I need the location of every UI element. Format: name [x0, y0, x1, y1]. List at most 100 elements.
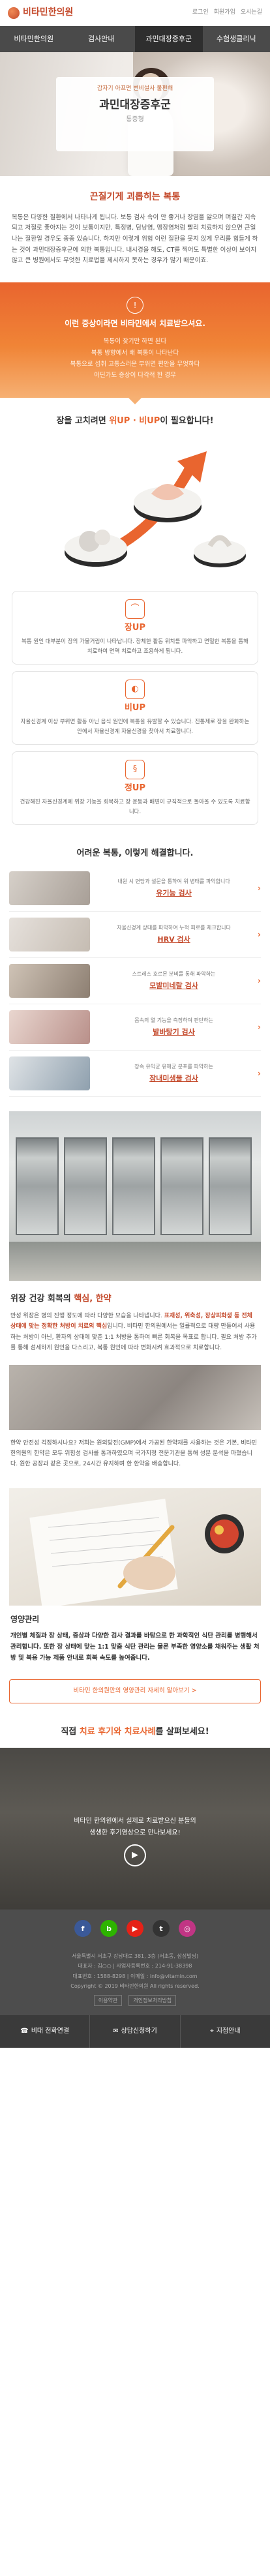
feature-desc: 건강해진 자율신경계에 위장 기능을 회복하고 장 운동과 배변이 규칙적으로 …	[20, 799, 250, 815]
consult-button[interactable]: ✉ 상담신청하기	[90, 2015, 181, 2048]
call-button[interactable]: ☎ 비대 전화연결	[0, 2015, 91, 2048]
intro-section: 끈질기게 괴롭히는 복통 복통은 다양한 질환에서 나타나게 됩니다. 보통 검…	[0, 176, 270, 282]
review-video[interactable]: 비타민 한의원에서 실제로 치료받으신 분들의 생생한 후기영상으로 만나보세요…	[0, 1748, 270, 1910]
feature-card: § 정UP 건강해진 자율신경계에 위장 기능을 회복하고 장 운동과 배변이 …	[12, 751, 258, 825]
safety-section: 한약 안전성 걱정하시나요? 저희는 원외탕전(GMP)에서 가공된 한약재를 …	[0, 1438, 270, 1482]
util-link-join[interactable]: 회원가입	[214, 8, 235, 18]
exam-item[interactable]: 몸속의 열 기능을 측정하여 판단하는 발바탕기 검사 ›	[9, 1004, 261, 1051]
hero-subtitle: 통증형	[126, 116, 144, 124]
floor	[9, 1242, 261, 1281]
chevron-right-icon: ›	[258, 1022, 261, 1032]
util-link-login[interactable]: 로그인	[192, 8, 209, 18]
intestine-icon: §	[125, 759, 145, 779]
privacy-link[interactable]: 개인정보처리방침	[128, 1995, 177, 2007]
herbal-title-pre: 위장 건강 회복의	[10, 1294, 74, 1304]
phone-icon: ☎	[20, 2028, 29, 2035]
play-icon[interactable]: ▶	[124, 1844, 146, 1867]
nutrition-section: 영양관리 개인별 체질과 장 상태, 증상과 다양한 검사 결과를 바탕으로 한…	[0, 1606, 270, 1672]
exam-item[interactable]: 장속 유익균 유해균 분포를 파악하는장내미생물 검사 ›	[9, 1051, 261, 1098]
main-nav: 비타민한의원 검사안내 과민대장증후군 수험생클리닉	[0, 26, 270, 52]
exam-name[interactable]: 유기능 검사	[95, 888, 252, 899]
increase-illustration	[11, 432, 259, 582]
intro-body: 복통은 다양한 질환에서 나타나게 됩니다. 보통 검사 속이 안 좋거나 장염…	[12, 213, 258, 265]
youtube-icon[interactable]: ▶	[127, 1920, 143, 1938]
exam-section: 어려운 복통, 이렇게 해결합니다. 내원 시 면담과 설문을 통하여 위 병태…	[0, 837, 270, 1101]
chevron-right-icon: ›	[258, 1068, 261, 1078]
reviews-heading: 직접 치료 후기와 치료사례를 살펴보세요!	[0, 1716, 270, 1748]
logo[interactable]: 비타민한의원	[8, 6, 73, 20]
exam-photo	[9, 1010, 90, 1045]
util-link-map[interactable]: 오시는길	[241, 8, 262, 18]
feature-title: 비UP	[124, 702, 146, 713]
talk-icon[interactable]: t	[153, 1920, 170, 1938]
herbal-title-highlight: 핵심, 한약	[74, 1294, 112, 1304]
feature-title: 장UP	[124, 622, 146, 633]
symptom-heading: 이런 증상이라면 비타민에서 치료받으셔요.	[65, 318, 205, 328]
exam-name[interactable]: 발바탕기 검사	[95, 1026, 252, 1038]
cabinet	[16, 1137, 59, 1236]
exam-photo	[9, 964, 90, 998]
exam-desc: 장속 유익균 유해균 분포를 파악하는	[134, 1064, 213, 1070]
hero-card: 갑자기 아프면 변비설사 불편해 과민대장증후군 통증형	[56, 77, 214, 151]
feature-card: ◐ 비UP 자율신경계 이상 부위면 활동 아닌 음식 원인에 복통을 유발할 …	[12, 670, 258, 745]
cabinet	[112, 1137, 155, 1236]
down-arrow-icon	[128, 397, 142, 404]
chat-icon: ✉	[113, 2028, 119, 2035]
facebook-icon[interactable]: f	[74, 1920, 91, 1938]
footer: 서울특별시 서초구 강남대로 381, 3층 (서초동, 삼성빌딩) 대표자 :…	[0, 1947, 270, 2016]
symptom-list: 복통이 잦기만 하면 된다 복통 방향에서 배 복통이 나타난다 복통으로 섭취…	[12, 336, 258, 380]
exam-item[interactable]: 스트레스 호르몬 분비를 통해 파악하는 모발미네랄 검사 ›	[9, 958, 261, 1005]
nav-item-clinic[interactable]: 비타민한의원	[0, 26, 68, 52]
chevron-right-icon: ›	[258, 929, 261, 939]
exam-title: 어려운 복통, 이렇게 해결합니다.	[76, 848, 194, 858]
exam-item[interactable]: 자율신경계 상태를 파악하여 누적 피로를 체크합니다 HRV 검사 ›	[9, 912, 261, 959]
herbal-section: 위장 건강 회복의 핵심, 한약 만성 위장은 병의 진행 정도에 따라 다양한…	[0, 1281, 270, 1365]
video-caption-line: 비타민 한의원에서 실제로 치료받으신 분들의	[74, 1818, 196, 1825]
herbal-body-pre: 만성 위장은 병의 진행 정도에 따라 다양한 모습을 나타냅니다.	[10, 1313, 164, 1320]
location-label: 지점안내	[216, 2028, 241, 2035]
instagram-icon[interactable]: ◎	[179, 1920, 196, 1938]
symptom-line: 어딘가도 증상이 다각적 한 경우	[94, 371, 176, 379]
intro-title: 끈질기게 괴롭히는 복통	[89, 192, 181, 202]
herbal-title: 위장 건강 회복의 핵심, 한약	[10, 1293, 260, 1306]
nav-item-student[interactable]: 수험생클리닉	[203, 26, 270, 52]
nav-item-ibs[interactable]: 과민대장증후군	[135, 26, 203, 52]
increase-title-highlight: 위UP · 비UP	[109, 415, 160, 426]
consult-label: 상담신청하기	[121, 2028, 157, 2035]
cabinet	[160, 1137, 203, 1236]
symptom-banner: ! 이런 증상이라면 비타민에서 치료받으셔요. 복통이 잦기만 하면 된다 복…	[0, 282, 270, 404]
exam-name[interactable]: HRV 검사	[95, 934, 252, 945]
location-button[interactable]: ⌖ 지점안내	[181, 2015, 270, 2048]
nutrition-cta-button[interactable]: 비타민 한의원만의 영양관리 자세히 알아보기 >	[9, 1679, 261, 1704]
exam-name[interactable]: 모발미네랄 검사	[95, 980, 252, 991]
feature-desc: 자율신경계 이상 부위면 활동 아닌 음식 원인에 복통을 유발할 수 있습니다…	[20, 719, 250, 735]
terms-link[interactable]: 이용약관	[93, 1995, 123, 2007]
increase-title-post: 이 필요합니다!	[160, 415, 214, 426]
nutrition-body: 개인별 체질과 장 상태, 증상과 다양한 검사 결과를 바탕으로 한 과학적인…	[10, 1632, 260, 1662]
bottom-action-bar: ☎ 비대 전화연결 ✉ 상담신청하기 ⌖ 지점안내	[0, 2015, 270, 2048]
footer-links: 이용약관 개인정보처리방침	[9, 1995, 261, 2007]
exam-desc: 내원 시 면담과 설문을 통하여 위 병태를 파악합니다	[117, 878, 230, 885]
exam-item[interactable]: 내원 시 면담과 설문을 통하여 위 병태를 파악합니다 유기능 검사 ›	[9, 865, 261, 912]
spleen-icon: ◐	[125, 679, 145, 699]
exam-name[interactable]: 장내미생물 검사	[95, 1073, 252, 1084]
exam-photo	[9, 1056, 90, 1091]
site-header: 비타민한의원 로그인 회원가입 오시는길	[0, 0, 270, 26]
cabinet	[209, 1137, 252, 1236]
logo-text: 비타민한의원	[23, 7, 74, 18]
increase-title-pre: 장을 고치려면	[56, 415, 110, 426]
feature-list: ⌒ 장UP 복통 원인 대부분이 장의 가물거림이 나타납니다. 장체한 활동 …	[0, 588, 270, 837]
hero-banner: 갑자기 아프면 변비설사 불편해 과민대장증후군 통증형	[0, 52, 270, 176]
nav-item-exam[interactable]: 검사안내	[68, 26, 136, 52]
blog-icon[interactable]: b	[100, 1920, 117, 1938]
footer-line: 대표번호 : 1588-8298 | 이메일 : info@vitamin.co…	[72, 1973, 198, 1979]
video-caption-line: 생생한 후기영상으로 만나보세요!	[89, 1829, 181, 1837]
increase-title: 장을 고치려면 위UP · 비UP이 필요합니다!	[10, 415, 260, 428]
reviews-heading-post: 를 살펴보세요!	[155, 1727, 209, 1737]
exam-desc: 자율신경계 상태를 파악하여 누적 피로를 체크합니다	[117, 925, 231, 931]
social-links: f b ▶ t ◎	[0, 1910, 270, 1948]
nutrition-photo	[9, 1488, 261, 1606]
video-caption: 비타민 한의원에서 실제로 치료받으신 분들의 생생한 후기영상으로 만나보세요…	[0, 1816, 270, 1839]
footer-line: 대표자 : 김○○ | 사업자등록번호 : 214-91-38398	[78, 1963, 192, 1969]
footer-line: 서울특별시 서초구 강남대로 381, 3층 (서초동, 삼성빌딩)	[71, 1953, 199, 1960]
